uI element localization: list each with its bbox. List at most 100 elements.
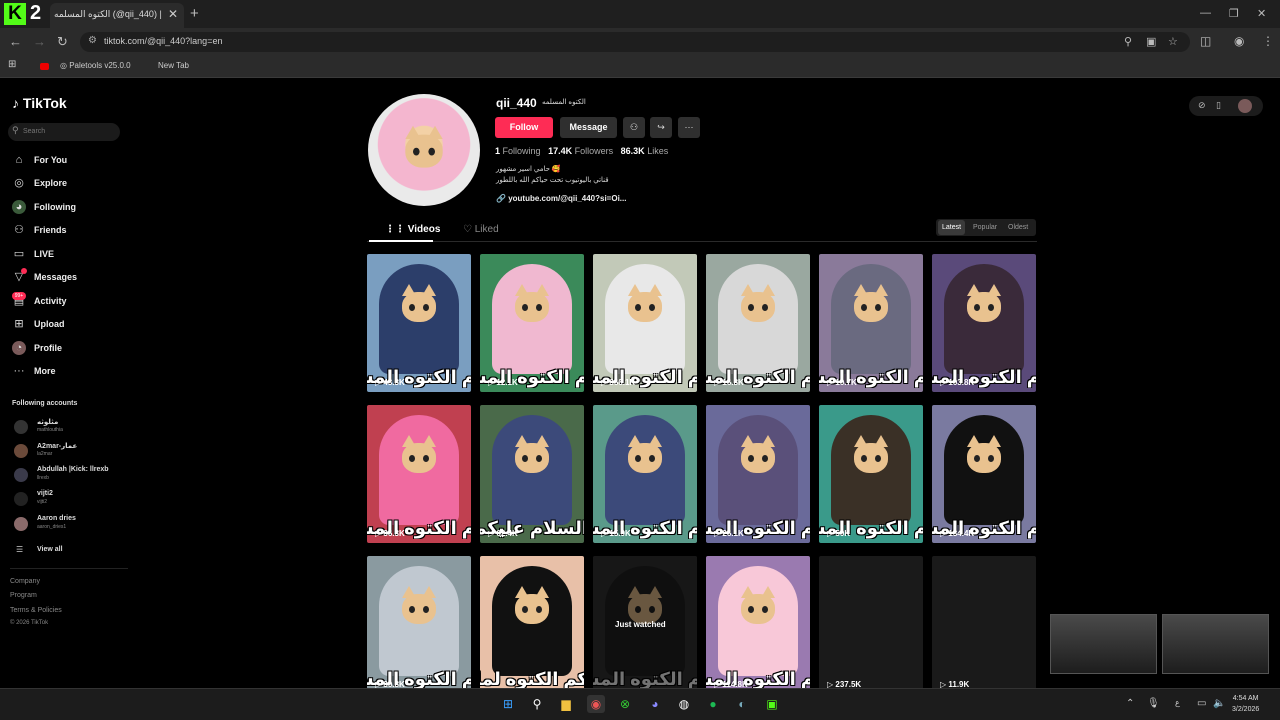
steam-icon[interactable]: ◐ <box>733 695 751 713</box>
sort-latest[interactable]: Latest <box>938 220 966 235</box>
nav-friends[interactable]: ⚇ Friends <box>12 223 122 237</box>
close-icon[interactable]: ✕ <box>168 7 178 21</box>
video-thumbnail[interactable]: م الكتوه المس▷ 103.8K <box>932 254 1036 392</box>
video-thumbnail[interactable]: م الكتوه المسJust watched <box>593 556 697 694</box>
share-icon[interactable]: ↪ <box>650 117 672 138</box>
follow-button[interactable]: Follow <box>495 117 553 138</box>
coins-icon[interactable]: ⊘ <box>1198 100 1206 111</box>
video-thumbnail[interactable]: م الكتوه المس▷ 10.7K <box>819 254 923 392</box>
nav-activity[interactable]: ▤ 99+ Activity <box>12 292 122 308</box>
view-all-link[interactable]: ☰ View all <box>14 544 129 562</box>
browser-tab-active[interactable]: الكتوه المسلمه (@qii_440) | Tik ✕ <box>50 3 184 28</box>
message-button[interactable]: Message <box>560 117 617 138</box>
site-info-icon[interactable]: ⚙ <box>88 35 97 46</box>
discord-icon[interactable]: ◕ <box>646 695 664 713</box>
followers-label[interactable]: Followers <box>575 146 614 156</box>
account-item[interactable]: A2mar-عمار la2mar <box>14 442 129 460</box>
search-icon: ⚲ <box>12 125 19 135</box>
nav-following[interactable]: ◕ Following <box>12 200 122 214</box>
nav-profile[interactable]: ◔ Profile <box>12 341 122 355</box>
video-thumbnail[interactable]: م الكتوه المس▷ 43.3K <box>367 254 471 392</box>
bookmark-paletools[interactable]: ◎ Paletools v25.0.0 <box>60 61 131 70</box>
windows-start-icon[interactable]: ⊞ <box>499 695 517 713</box>
video-thumbnail[interactable]: كم الكتوه لمل <box>480 556 584 694</box>
tab-videos[interactable]: ⋮⋮ Videos <box>385 224 440 235</box>
video-thumbnail[interactable]: م الكتوه المس▷ 114.8K <box>706 556 810 694</box>
cat-eye <box>536 606 542 613</box>
youtube-icon[interactable] <box>40 63 49 70</box>
add-friend-icon[interactable]: ⚇ <box>623 117 645 138</box>
video-thumbnail[interactable]: م الكتوه المس▷ 50K <box>819 405 923 543</box>
video-thumbnail[interactable]: م الكتوه المس▷ 26.1K <box>706 405 810 543</box>
footer-company[interactable]: Company <box>10 578 40 585</box>
sort-oldest[interactable]: Oldest <box>1004 220 1032 235</box>
account-item[interactable]: Abdullah |Kick: llrexb llrexb <box>14 466 129 484</box>
video-thumbnail[interactable]: م الكتوه المس▷ 16.8K <box>706 254 810 392</box>
nav-for-you[interactable]: ⌂ For You <box>12 153 122 167</box>
video-thumbnail[interactable]: م الكتوه المس▷ 15.9K <box>593 405 697 543</box>
tray-chevron-icon[interactable]: ⌃ <box>1126 698 1134 709</box>
chrome-icon[interactable]: ◉ <box>587 695 605 713</box>
following-accounts-title: Following accounts <box>12 400 78 407</box>
sort-popular[interactable]: Popular <box>969 220 1001 235</box>
user-avatar-icon[interactable] <box>1238 99 1252 113</box>
video-thumbnail[interactable]: السلام عليكم الك▷ 62.4K <box>480 405 584 543</box>
bookmark-star-icon[interactable]: ☆ <box>1168 35 1178 48</box>
just-watched-overlay: Just watched <box>593 556 697 694</box>
network-icon[interactable]: ▭ <box>1197 698 1206 709</box>
video-thumbnail[interactable]: م الكتوه المس▷ 134.4K <box>932 405 1036 543</box>
system-clock[interactable]: 4:54 AM 3/2/2026 <box>1232 693 1259 715</box>
kick-app-icon[interactable]: ▣ <box>763 695 781 713</box>
zoom-icon[interactable]: ⚲ <box>1124 35 1132 48</box>
bookmark-new-tab[interactable]: New Tab <box>158 61 189 70</box>
phone-icon[interactable]: ▯ <box>1216 100 1221 111</box>
more-dots-icon[interactable]: ··· <box>678 117 700 138</box>
video-thumbnail[interactable]: ▷ 11.9K <box>932 556 1036 694</box>
mic-icon[interactable]: 🎙 <box>1147 698 1160 709</box>
restore-icon[interactable]: ❐ <box>1229 7 1239 20</box>
cast-icon[interactable]: ▣ <box>1146 35 1156 48</box>
nav-more[interactable]: ··· More <box>12 364 122 378</box>
nav-messages[interactable]: ▽ Messages <box>12 268 122 284</box>
cat-face-image <box>394 278 444 334</box>
obs-icon[interactable]: ◍ <box>675 695 693 713</box>
video-thumbnail[interactable]: م الكتوه المس▷ 30.8K <box>367 556 471 694</box>
profile-link[interactable]: 🔗 youtube.com/@qii_440?si=Oi... <box>496 194 626 203</box>
webcam-overlay <box>1050 614 1157 674</box>
url-text: tiktok.com/@qii_440?lang=en <box>104 36 223 46</box>
forward-arrow-icon[interactable]: → <box>33 34 46 49</box>
menu-dots-icon[interactable]: ⋮ <box>1262 34 1274 48</box>
nav-explore[interactable]: ◎ Explore <box>12 176 122 190</box>
spotify-icon[interactable]: ● <box>704 695 722 713</box>
nav-upload[interactable]: ⊞ Upload <box>12 317 122 331</box>
extensions-icon[interactable]: ◫ <box>1200 34 1211 48</box>
video-thumbnail[interactable]: ▷ 237.5K <box>819 556 923 694</box>
video-thumbnail[interactable]: م الكتوه المس▷ 366.1K <box>593 254 697 392</box>
profile-icon-browser[interactable]: ◉ <box>1234 34 1244 48</box>
nav-live[interactable]: ▭ LIVE <box>12 247 122 261</box>
tab-liked[interactable]: ♡ Liked <box>463 224 499 235</box>
footer-terms[interactable]: Terms & Policies <box>10 607 62 614</box>
account-item[interactable]: Aaron dries aaron_dries1 <box>14 515 129 533</box>
video-thumbnail[interactable]: م الكتوه المس▷ 36.3K <box>367 405 471 543</box>
new-tab-icon[interactable]: + <box>190 5 199 22</box>
xbox-icon[interactable]: ⊗ <box>616 695 634 713</box>
minimize-icon[interactable]: — <box>1200 7 1211 19</box>
search-input[interactable]: ⚲ Search <box>8 123 120 141</box>
footer-program[interactable]: Program <box>10 592 37 599</box>
apps-grid-icon[interactable]: ⊞ <box>8 59 16 70</box>
search-icon[interactable]: ⚲ <box>528 695 546 713</box>
video-thumbnail[interactable]: م الكتوه المس▷ 12.1K <box>480 254 584 392</box>
tiktok-logo[interactable]: ♪ TikTok <box>12 95 67 111</box>
back-arrow-icon[interactable]: ← <box>9 34 22 49</box>
volume-icon[interactable]: 🔈 <box>1213 698 1225 709</box>
url-field[interactable]: ⚙ tiktok.com/@qii_440?lang=en ⚲ ▣ ☆ <box>80 32 1190 52</box>
reload-icon[interactable]: ↻ <box>57 34 68 50</box>
following-label[interactable]: Following <box>503 146 541 156</box>
file-explorer-icon[interactable]: ▆ <box>557 695 575 713</box>
profile-avatar[interactable] <box>368 94 480 206</box>
account-item[interactable]: مثلوثه mathlouthia <box>14 418 129 436</box>
account-item[interactable]: vijti2 vijti2 <box>14 490 129 508</box>
keyboard-lang-icon[interactable]: ع <box>1175 698 1180 707</box>
window-close-icon[interactable]: ✕ <box>1257 7 1266 20</box>
